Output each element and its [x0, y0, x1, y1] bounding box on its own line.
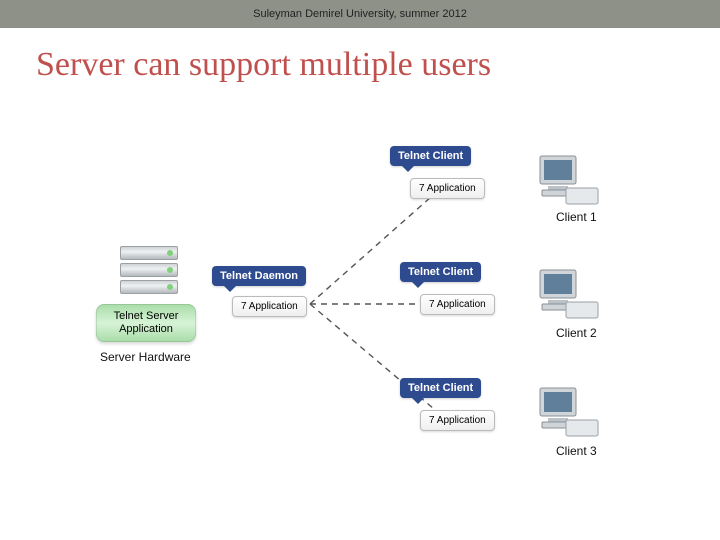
- client3-callout-text: Telnet Client: [408, 382, 473, 394]
- client1-callout: Telnet Client: [390, 146, 471, 166]
- telnet-daemon-text: Telnet Daemon: [220, 270, 298, 282]
- client3-icon: [538, 384, 600, 442]
- client1-icon: [538, 152, 600, 210]
- diagram-canvas: Telnet ServerApplication Server Hardware…: [0, 94, 720, 534]
- slide-title: Server can support multiple users: [0, 28, 720, 94]
- daemon-layer-box: 7 Application: [232, 296, 307, 317]
- client2-layer-text: 7 Application: [429, 299, 486, 310]
- client2-callout-text: Telnet Client: [408, 266, 473, 278]
- telnet-server-app-label: Telnet ServerApplication: [114, 310, 179, 335]
- server-hardware-icon: [120, 246, 178, 312]
- client2-layer-box: 7 Application: [420, 294, 495, 315]
- client2-callout: Telnet Client: [400, 262, 481, 282]
- server-hardware-label: Server Hardware: [100, 350, 191, 364]
- client1-layer-text: 7 Application: [419, 183, 476, 194]
- client1-label: Client 1: [556, 210, 597, 224]
- client3-layer-box: 7 Application: [420, 410, 495, 431]
- client3-callout: Telnet Client: [400, 378, 481, 398]
- client1-layer-box: 7 Application: [410, 178, 485, 199]
- header-text: Suleyman Demirel University, summer 2012: [253, 8, 467, 20]
- client3-label: Client 3: [556, 444, 597, 458]
- daemon-layer-text: 7 Application: [241, 301, 298, 312]
- telnet-daemon-callout: Telnet Daemon: [212, 266, 306, 286]
- header-bar: Suleyman Demirel University, summer 2012: [0, 0, 720, 28]
- client2-icon: [538, 266, 600, 324]
- client2-label: Client 2: [556, 326, 597, 340]
- client1-callout-text: Telnet Client: [398, 150, 463, 162]
- client3-layer-text: 7 Application: [429, 415, 486, 426]
- telnet-server-app-box: Telnet ServerApplication: [96, 304, 196, 342]
